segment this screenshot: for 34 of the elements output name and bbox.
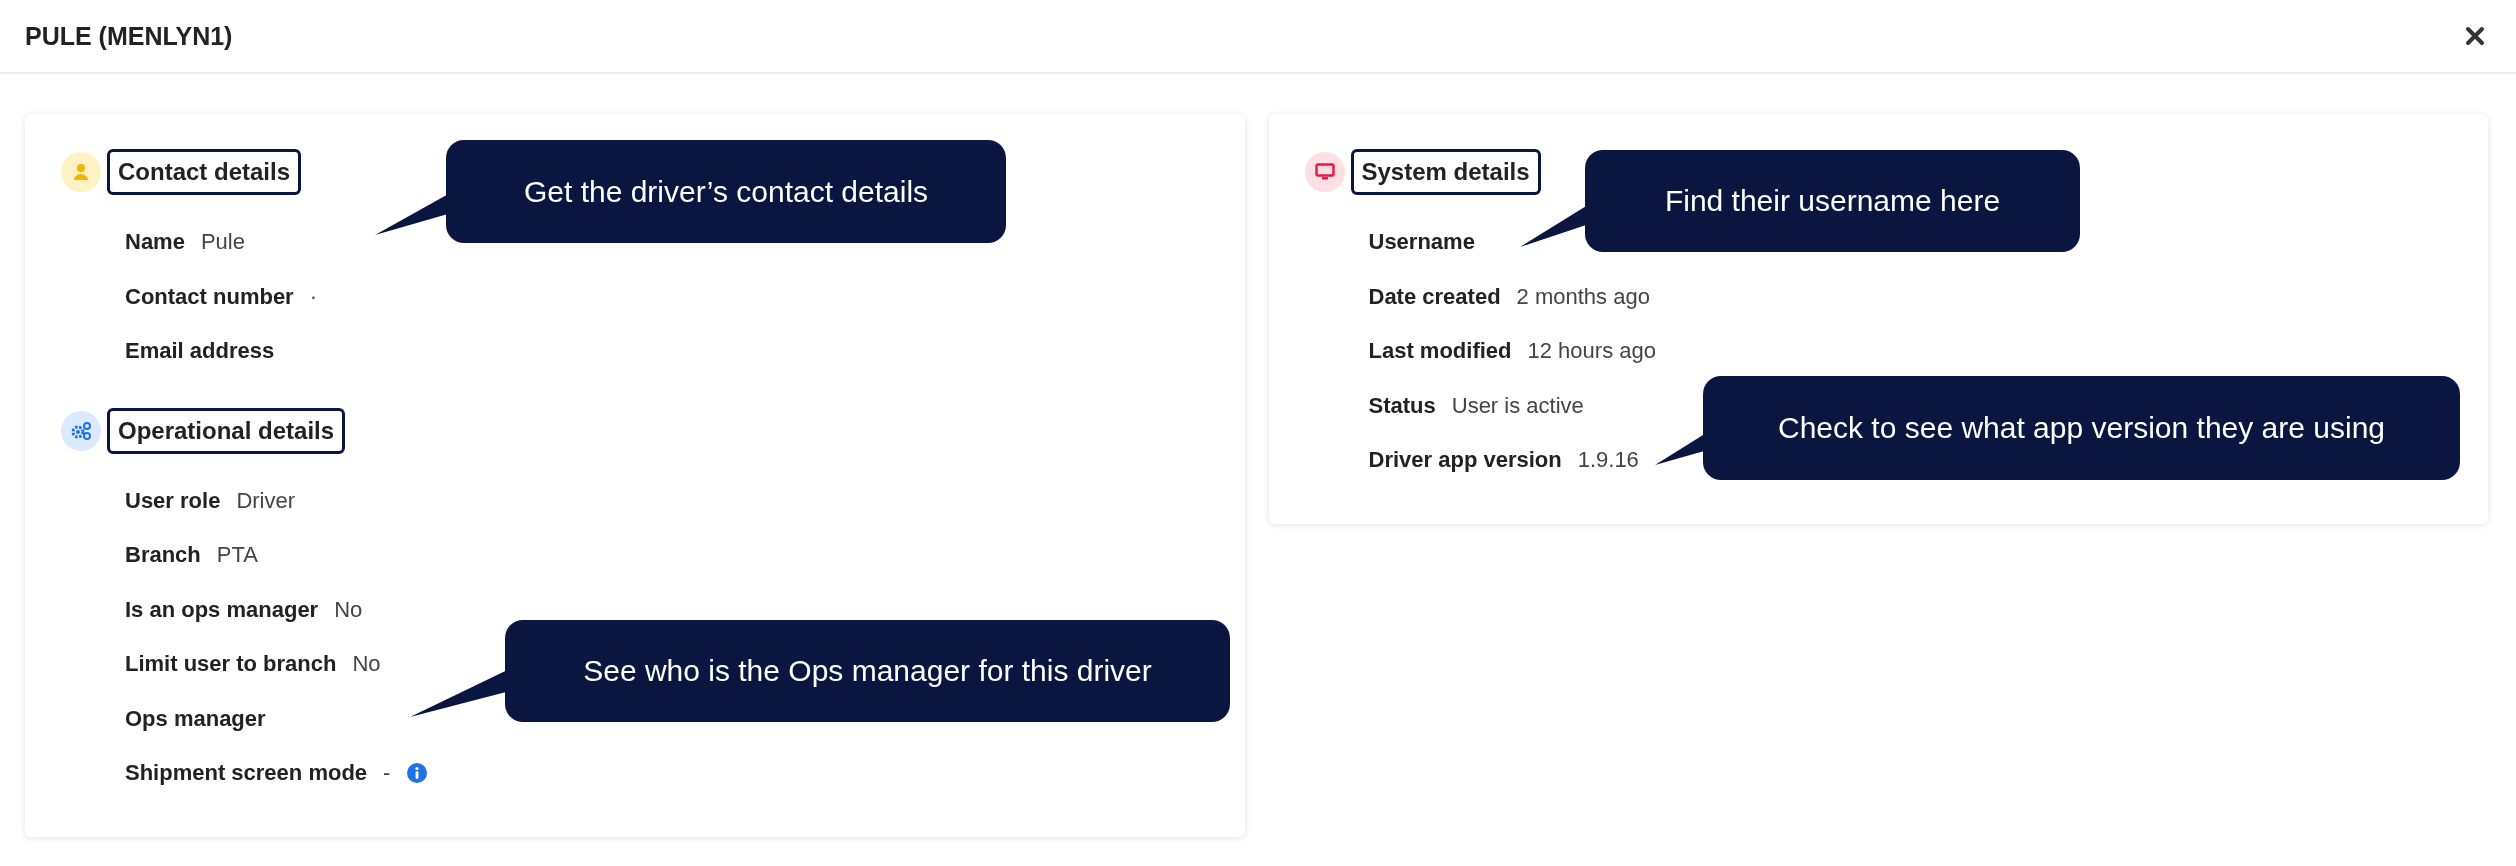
field-value: No <box>334 596 363 623</box>
monitor-icon <box>1304 152 1345 192</box>
field-value: 1.9.16 <box>1577 447 1639 474</box>
field-label: Status <box>1368 392 1436 419</box>
section-heading: System details <box>1350 149 1541 195</box>
field-value: 12 hours ago <box>1527 338 1656 365</box>
field-label: Name <box>125 229 185 256</box>
field-value: 2 months ago <box>1516 283 1650 310</box>
gears-icon <box>61 410 101 451</box>
field-label: Contact number <box>125 283 294 310</box>
field-label: Branch <box>125 542 201 569</box>
field-value: Pule <box>200 229 245 256</box>
field-label: Driver app version <box>1368 447 1562 474</box>
field-label: Username <box>1368 229 1475 256</box>
section-heading: Operational details <box>107 407 346 454</box>
field-label: Is an ops manager <box>125 596 319 623</box>
field-value: · <box>309 283 317 310</box>
field-label: Ops manager <box>125 705 266 732</box>
field-label: Limit user to branch <box>125 651 337 678</box>
field-value: PTA <box>216 542 258 569</box>
field-label: Email address <box>125 338 275 365</box>
field-label: Date created <box>1368 283 1501 310</box>
field-label: Last modified <box>1368 338 1512 365</box>
window-title: PULE (MENLYN1) <box>25 21 233 51</box>
field-value: User is active <box>1451 392 1584 419</box>
field-value: No <box>352 651 381 678</box>
section-heading: Contact details <box>107 149 302 195</box>
field-value: Driver <box>236 487 296 514</box>
field-value: - <box>383 760 391 787</box>
info-icon[interactable] <box>406 762 429 785</box>
field-label: Shipment screen mode <box>125 760 368 787</box>
field-label: User role <box>125 487 221 514</box>
close-icon[interactable] <box>2464 25 2486 47</box>
person-icon <box>61 152 101 192</box>
